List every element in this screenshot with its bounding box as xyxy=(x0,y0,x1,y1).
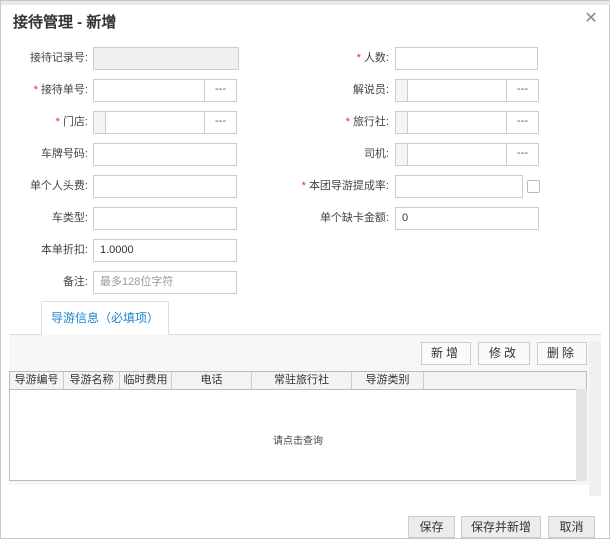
add-reception-dialog: 接待管理 - 新增 ✕ 接待记录号: * 人数: * 接待单号: --- 解说员: … xyxy=(0,0,610,539)
explainer-lookup[interactable]: --- xyxy=(395,79,539,102)
discount-label: 本单折扣: xyxy=(40,244,88,256)
tab-guide-info[interactable]: 导游信息（必填项） xyxy=(41,301,169,335)
explainer-picker-button[interactable]: --- xyxy=(506,80,538,101)
per-head-fee-label: 单个人头费: xyxy=(29,180,88,192)
guide-rate-checkbox[interactable] xyxy=(527,180,540,193)
delete-guide-button[interactable]: 删除 xyxy=(537,342,587,365)
grid-scrollbar[interactable] xyxy=(576,389,587,481)
remark-label: 备注: xyxy=(62,276,88,288)
agency-picker-button[interactable]: --- xyxy=(506,112,538,133)
reception-no-field[interactable] xyxy=(94,80,204,101)
reception-no-picker-button[interactable]: --- xyxy=(204,80,236,101)
save-and-new-button[interactable]: 保存并新增 xyxy=(461,516,541,538)
column-header[interactable]: 常驻旅行社 xyxy=(252,372,352,389)
store-field[interactable] xyxy=(106,112,204,133)
column-header[interactable]: 导游类别 xyxy=(352,372,424,389)
per-head-fee-field[interactable] xyxy=(93,175,237,198)
close-icon[interactable]: ✕ xyxy=(583,10,599,28)
guide-rate-field[interactable] xyxy=(395,175,523,198)
discount-field[interactable]: 1.0000 xyxy=(93,239,237,262)
reception-no-label: * 接待单号: xyxy=(33,84,88,96)
column-header[interactable]: 临时费用 xyxy=(120,372,172,389)
explainer-field[interactable] xyxy=(408,80,506,101)
record-no-field[interactable] xyxy=(93,47,239,70)
guide-rate-label: * 本团导游提成率: xyxy=(301,180,389,192)
card-amount-field[interactable]: 0 xyxy=(395,207,539,230)
add-guide-button[interactable]: 新增 xyxy=(421,342,471,365)
column-header[interactable]: 导游名称 xyxy=(64,372,120,389)
grid-header: 导游编号 导游名称 临时费用 电话 常驻旅行社 导游类别 xyxy=(10,372,586,390)
guide-grid: 导游编号 导游名称 临时费用 电话 常驻旅行社 导游类别 请点击查询 xyxy=(9,371,587,481)
car-type-field[interactable] xyxy=(93,207,237,230)
driver-field[interactable] xyxy=(408,144,506,165)
record-no-label: 接待记录号: xyxy=(29,52,88,64)
plate-label: 车牌号码: xyxy=(40,148,88,160)
agency-label: * 旅行社: xyxy=(345,116,389,128)
reception-no-lookup[interactable]: --- xyxy=(93,79,237,102)
plate-field[interactable] xyxy=(93,143,237,166)
dialog-title: 接待管理 - 新增 xyxy=(13,14,117,31)
store-picker-button[interactable]: --- xyxy=(204,112,236,133)
card-amount-label: 单个缺卡金额: xyxy=(319,212,389,224)
driver-picker-button[interactable]: --- xyxy=(506,144,538,165)
edit-guide-button[interactable]: 修改 xyxy=(478,342,530,365)
car-type-label: 车类型: xyxy=(51,212,88,224)
agency-field[interactable] xyxy=(408,112,506,133)
agency-lookup[interactable]: --- xyxy=(395,111,539,134)
explainer-label: 解说员: xyxy=(352,84,389,96)
people-field[interactable] xyxy=(395,47,538,70)
column-header[interactable]: 电话 xyxy=(172,372,252,389)
driver-label: 司机: xyxy=(363,148,389,160)
store-lookup[interactable]: --- xyxy=(93,111,237,134)
empty-grid-message: 请点击查询 xyxy=(273,436,323,447)
remark-field[interactable]: 最多128位字符 xyxy=(93,271,237,294)
background-strip xyxy=(1,1,610,5)
store-label: * 门店: xyxy=(55,116,88,128)
cancel-button[interactable]: 取消 xyxy=(548,516,595,538)
save-button[interactable]: 保存 xyxy=(408,516,455,538)
driver-lookup[interactable]: --- xyxy=(395,143,539,166)
people-label: * 人数: xyxy=(356,52,389,64)
column-header[interactable]: 导游编号 xyxy=(10,372,64,389)
panel-scrollbar[interactable] xyxy=(589,341,601,496)
